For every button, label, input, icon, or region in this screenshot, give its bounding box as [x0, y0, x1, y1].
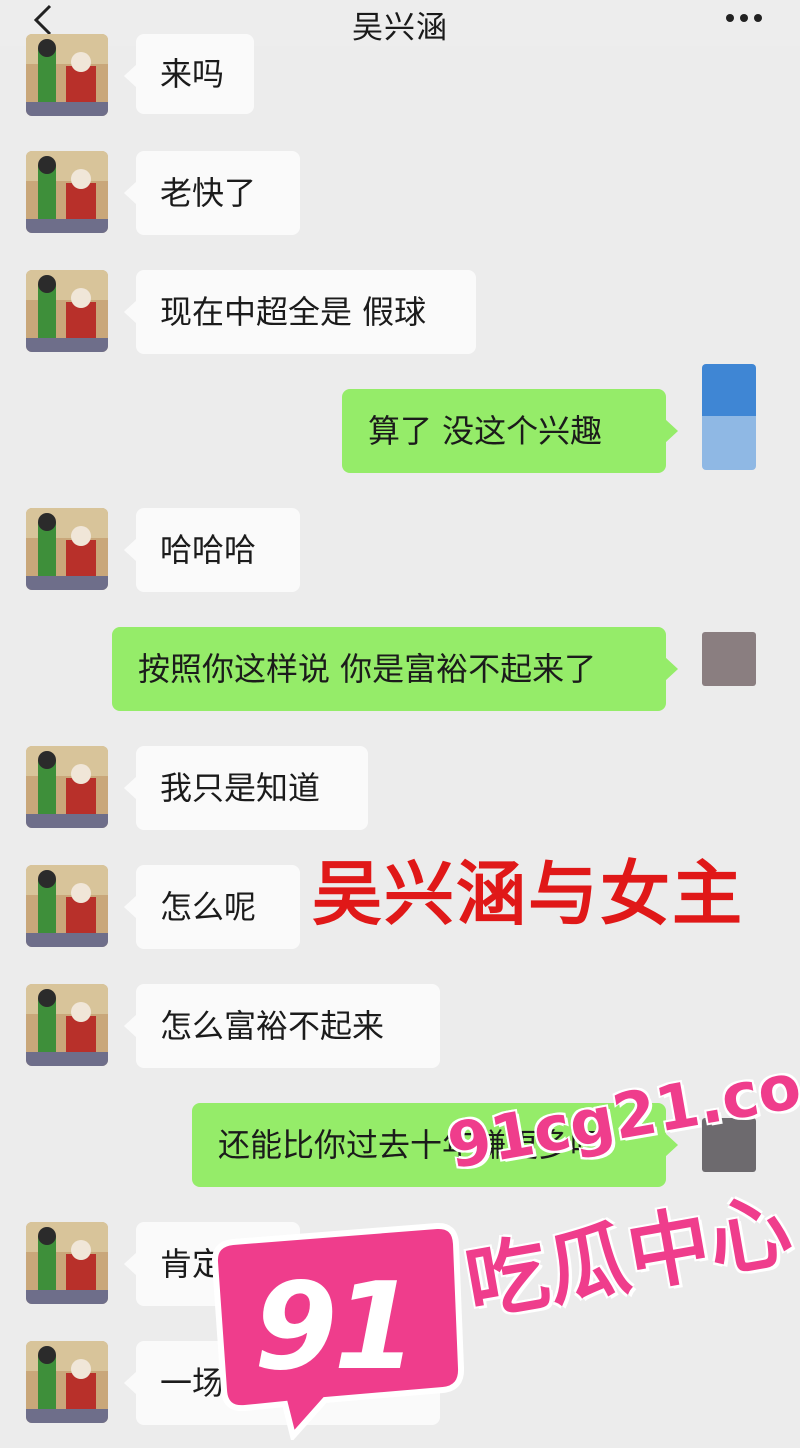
message-text: 来吗	[160, 55, 225, 93]
message-bubble: 我只是知道	[124, 746, 368, 830]
message-bubble: 现在中超全是 假球	[124, 270, 476, 354]
message-bubble: 怎么呢	[124, 865, 300, 949]
message-bubble: 来吗	[124, 34, 254, 114]
message-text: 怎么富裕不起来	[160, 1007, 385, 1045]
contact-avatar[interactable]	[26, 984, 108, 1066]
more-dots-icon[interactable]	[722, 6, 766, 30]
message-bubble: 算了 没这个兴趣	[342, 389, 678, 473]
message-text: 老快了	[160, 174, 257, 212]
message-text: 按照你这样说 你是富裕不起来了	[138, 650, 597, 688]
contact-avatar[interactable]	[26, 508, 108, 590]
watermark-badge-text: 91	[254, 1258, 417, 1397]
contact-avatar[interactable]	[26, 746, 108, 828]
message-text: 算了 没这个兴趣	[368, 412, 603, 450]
contact-avatar[interactable]	[26, 1341, 108, 1423]
contact-avatar[interactable]	[26, 1222, 108, 1304]
chat-title: 吴兴涵	[352, 10, 448, 46]
user-avatar[interactable]	[702, 632, 756, 686]
contact-avatar[interactable]	[26, 34, 108, 116]
message-text: 我只是知道	[160, 769, 321, 807]
contact-avatar[interactable]	[26, 865, 108, 947]
message-text: 哈哈哈	[160, 531, 257, 569]
contact-avatar[interactable]	[26, 151, 108, 233]
message-text: 怎么呢	[160, 888, 257, 926]
chat-header: 吴兴涵	[0, 0, 800, 46]
overlay-caption: 吴兴涵与女主	[312, 853, 744, 935]
message-bubble: 按照你这样说 你是富裕不起来了	[112, 627, 678, 711]
message-bubble: 老快了	[124, 151, 300, 235]
message-text: 现在中超全是 假球	[160, 293, 427, 331]
user-avatar[interactable]	[702, 364, 756, 470]
message-bubble: 哈哈哈	[124, 508, 300, 592]
contact-avatar[interactable]	[26, 270, 108, 352]
watermark-name: 吃瓜中心	[458, 1182, 799, 1334]
message-bubble: 怎么富裕不起来	[124, 984, 440, 1068]
